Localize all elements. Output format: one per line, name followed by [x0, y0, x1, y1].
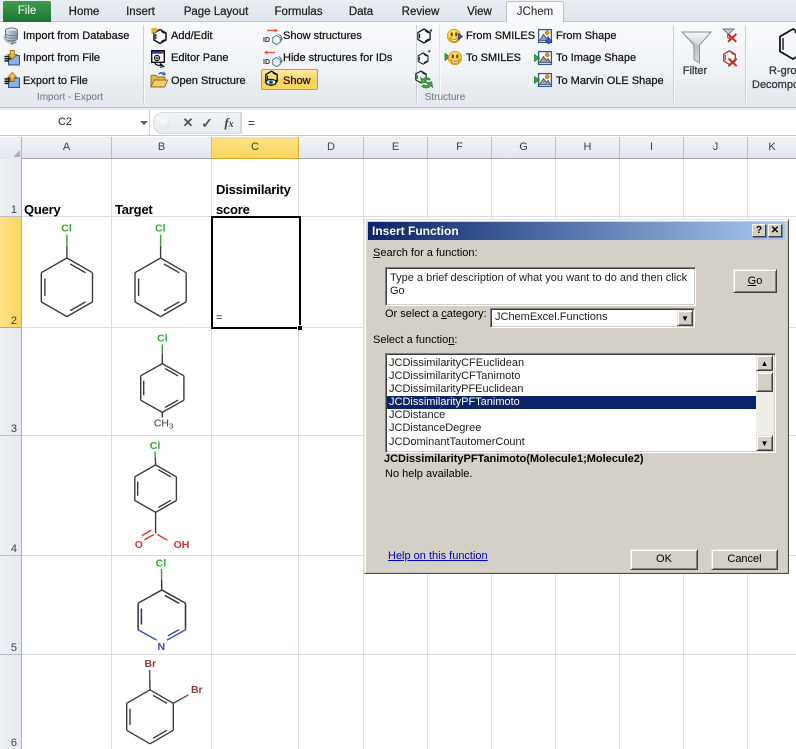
- svg-text:Cl: Cl: [157, 333, 168, 345]
- svg-text:Cl: Cl: [61, 222, 72, 234]
- svg-text:Cl: Cl: [155, 222, 166, 234]
- svg-text:Br: Br: [191, 684, 203, 696]
- svg-text:O: O: [135, 539, 143, 551]
- svg-text:OH: OH: [174, 539, 190, 551]
- svg-text:Cl: Cl: [156, 557, 167, 569]
- svg-text:Br: Br: [144, 658, 156, 670]
- svg-text:CH3: CH3: [154, 418, 173, 431]
- svg-text:N: N: [158, 641, 166, 653]
- svg-text:Cl: Cl: [150, 440, 161, 452]
